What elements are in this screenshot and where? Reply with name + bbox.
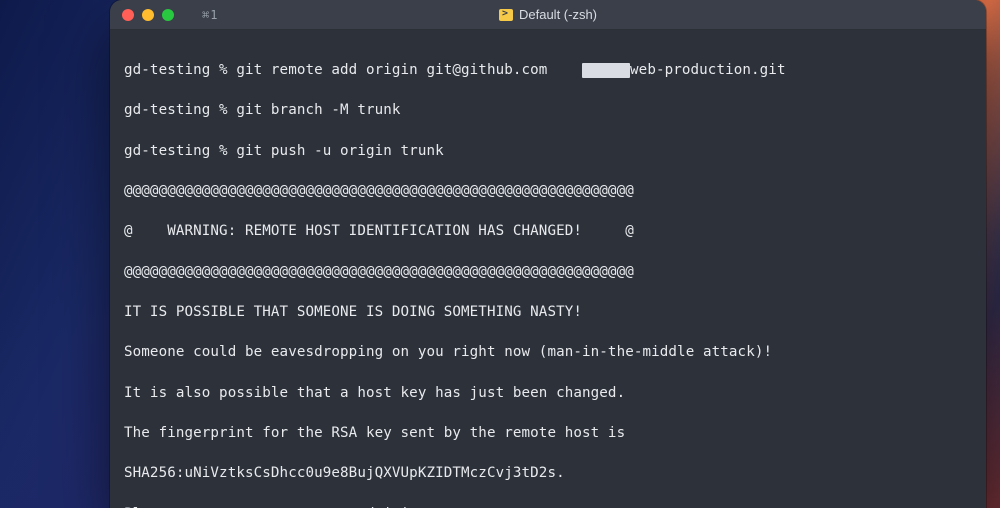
output-line: Please contact your system administrator… <box>124 504 972 508</box>
output-line: @@@@@@@@@@@@@@@@@@@@@@@@@@@@@@@@@@@@@@@@… <box>124 181 972 201</box>
command-text: web-production.git <box>630 62 786 78</box>
terminal-window: ⌘1 Default (-zsh) gd-testing % git remot… <box>110 0 986 508</box>
output-line: IT IS POSSIBLE THAT SOMEONE IS DOING SOM… <box>124 302 972 322</box>
command-text: git remote add origin git@github.com <box>236 62 547 78</box>
command-text: git branch -M trunk <box>236 102 400 118</box>
redacted-segment <box>582 63 630 78</box>
terminal-icon <box>499 9 513 21</box>
output-line: @@@@@@@@@@@@@@@@@@@@@@@@@@@@@@@@@@@@@@@@… <box>124 262 972 282</box>
output-line: Someone could be eavesdropping on you ri… <box>124 342 972 362</box>
terminal-output[interactable]: gd-testing % git remote add origin git@g… <box>110 30 986 508</box>
window-title: Default (-zsh) <box>110 7 986 22</box>
output-line: It is also possible that a host key has … <box>124 383 972 403</box>
traffic-lights <box>110 9 174 21</box>
prompt: gd-testing % <box>124 62 236 78</box>
output-line: The fingerprint for the RSA key sent by … <box>124 423 972 443</box>
minimize-icon[interactable] <box>142 9 154 21</box>
command-text: git push -u origin trunk <box>236 143 443 159</box>
output-line: SHA256:uNiVztksCsDhcc0u9e8BujQXVUpKZIDTM… <box>124 463 972 483</box>
window-title-text: Default (-zsh) <box>519 7 597 22</box>
close-icon[interactable] <box>122 9 134 21</box>
prompt: gd-testing % <box>124 143 236 159</box>
output-line: @ WARNING: REMOTE HOST IDENTIFICATION HA… <box>124 221 972 241</box>
tab-indicator: ⌘1 <box>202 8 218 22</box>
title-bar: ⌘1 Default (-zsh) <box>110 0 986 30</box>
fullscreen-icon[interactable] <box>162 9 174 21</box>
prompt: gd-testing % <box>124 102 236 118</box>
